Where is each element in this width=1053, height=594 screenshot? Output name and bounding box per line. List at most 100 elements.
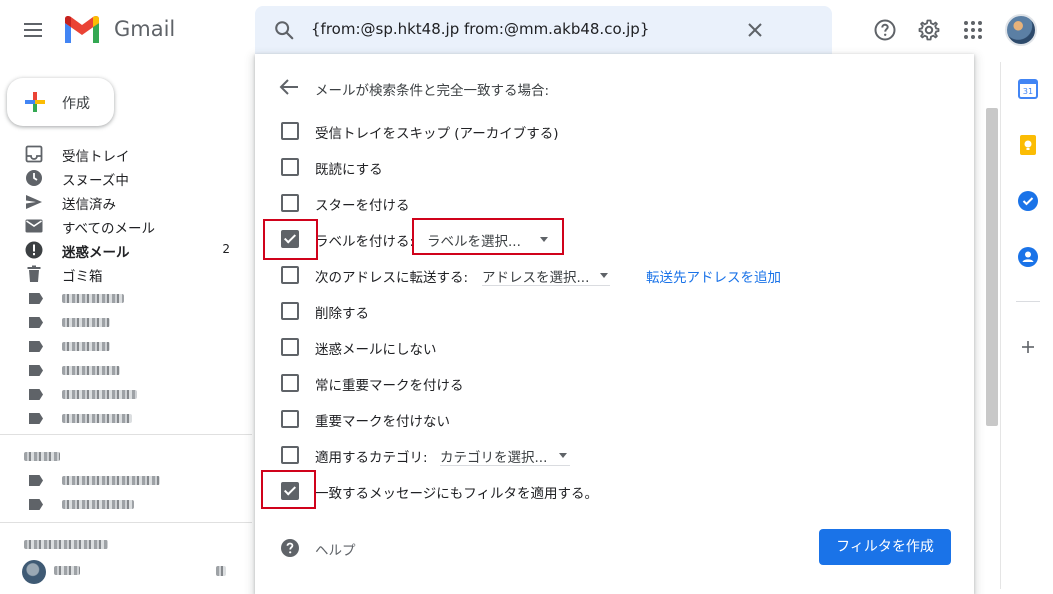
svg-text:31: 31 — [1023, 87, 1033, 96]
top-bar: Gmail {from:@sp.hkt48.jp from:@mm.akb48.… — [0, 0, 1053, 62]
never-spam-checkbox[interactable] — [281, 338, 299, 356]
option-label: 受信トレイをスキップ (アーカイブする) — [315, 126, 559, 142]
back-arrow-icon[interactable] — [278, 78, 300, 96]
side-panel-separator — [1016, 301, 1040, 302]
contacts-icon[interactable] — [1017, 246, 1039, 268]
search-input[interactable]: {from:@sp.hkt48.jp from:@mm.akb48.co.jp} — [311, 20, 649, 38]
search-bar[interactable]: {from:@sp.hkt48.jp from:@mm.akb48.co.jp} — [255, 6, 832, 54]
delete-checkbox[interactable] — [281, 302, 299, 320]
highlight-box-apply-checkbox — [261, 470, 316, 509]
option-label: 一致するメッセージにもフィルタを適用する。 — [315, 486, 598, 502]
main-menu-button[interactable] — [21, 18, 45, 42]
option-star[interactable]: スターを付ける — [255, 191, 955, 215]
mark-read-checkbox[interactable] — [281, 158, 299, 176]
sidebar-item-inbox[interactable]: 受信トレイ — [0, 142, 248, 166]
obscured-label[interactable] — [62, 342, 110, 351]
sidebar-item-all-mail[interactable]: すべてのメール — [0, 214, 248, 238]
mail-icon — [25, 219, 43, 233]
gear-icon[interactable] — [917, 18, 941, 42]
category-checkbox[interactable] — [281, 446, 299, 464]
skip-inbox-checkbox[interactable] — [281, 122, 299, 140]
option-label: 適用するカテゴリ: — [315, 450, 428, 466]
sidebar-item-label: すべてのメール — [62, 221, 156, 237]
sidebar-item-trash[interactable]: ゴミ箱 — [0, 262, 248, 286]
help-icon[interactable] — [873, 18, 897, 42]
apps-grid-icon[interactable] — [961, 18, 985, 42]
sidebar-item-spam[interactable]: 迷惑メール 2 — [0, 238, 248, 262]
highlight-box-label-checkbox — [263, 219, 318, 260]
menu-icon-bar — [24, 35, 42, 37]
sidebar-item-snoozed[interactable]: スヌーズ中 — [0, 166, 248, 190]
star-checkbox[interactable] — [281, 194, 299, 212]
help-link[interactable]: ヘルプ — [315, 539, 356, 559]
option-never-important[interactable]: 重要マークを付けない — [255, 407, 955, 431]
close-icon[interactable] — [745, 20, 765, 40]
obscured-label[interactable] — [62, 500, 134, 509]
sidebar-divider — [0, 434, 252, 435]
always-important-checkbox[interactable] — [281, 374, 299, 392]
sidebar-item-sent[interactable]: 送信済み — [0, 190, 248, 214]
sidebar-item-label: 受信トレイ — [62, 149, 130, 165]
filter-panel: メールが検索条件と完全一致する場合: 受信トレイをスキップ (アーカイブする) … — [255, 54, 974, 594]
sidebar-divider — [0, 522, 252, 523]
tasks-icon[interactable] — [1017, 190, 1039, 212]
option-label: 常に重要マークを付ける — [315, 378, 464, 394]
highlight-box-label-dropdown — [412, 218, 564, 255]
side-panel-divider — [1000, 62, 1001, 589]
obscured-label[interactable] — [62, 390, 137, 399]
option-category[interactable]: 適用するカテゴリ: カテゴリを選択... — [255, 443, 955, 467]
chat-avatar[interactable] — [22, 560, 46, 584]
option-label: 削除する — [315, 306, 369, 322]
option-label: 既読にする — [315, 162, 383, 178]
add-forwarding-address-link[interactable]: 転送先アドレスを追加 — [646, 266, 781, 286]
option-never-spam[interactable]: 迷惑メールにしない — [255, 335, 955, 359]
forward-checkbox[interactable] — [281, 266, 299, 284]
obscured-label[interactable] — [62, 366, 120, 375]
inbox-icon — [25, 145, 43, 163]
create-filter-button[interactable]: フィルタを作成 — [819, 529, 951, 565]
obscured-label[interactable] — [62, 294, 124, 303]
label-icon — [29, 413, 43, 424]
option-mark-read[interactable]: 既読にする — [255, 155, 955, 179]
option-apply-existing[interactable]: 一致するメッセージにもフィルタを適用する。 — [255, 479, 955, 503]
obscured-label[interactable] — [62, 318, 110, 327]
option-forward[interactable]: 次のアドレスに転送する: アドレスを選択... 転送先アドレスを追加 — [255, 263, 955, 287]
option-skip-inbox[interactable]: 受信トレイをスキップ (アーカイブする) — [255, 119, 955, 143]
dropdown-underline — [440, 465, 570, 466]
sidebar-item-label: スヌーズ中 — [62, 173, 129, 189]
calendar-icon[interactable]: 31 — [1017, 78, 1039, 100]
scrollbar[interactable] — [986, 108, 998, 426]
label-icon — [29, 317, 43, 328]
option-apply-label[interactable]: ラベルを付ける: ラベルを選択... — [255, 227, 955, 251]
gmail-logo-icon[interactable] — [62, 13, 102, 47]
category-select-dropdown[interactable]: カテゴリを選択... — [440, 446, 547, 466]
never-important-checkbox[interactable] — [281, 410, 299, 428]
address-select-dropdown[interactable]: アドレスを選択... — [482, 266, 589, 286]
obscured-add-icon[interactable] — [216, 566, 226, 576]
label-icon — [29, 499, 43, 510]
add-addon-icon[interactable] — [1017, 336, 1039, 358]
menu-icon — [24, 23, 42, 25]
obscured-contact-name[interactable] — [54, 566, 80, 575]
sidebar-item-label: 迷惑メール — [62, 245, 130, 261]
label-icon — [29, 293, 43, 304]
obscured-label[interactable] — [62, 414, 132, 423]
menu-icon-bar — [24, 29, 42, 31]
option-label: スターを付ける — [315, 198, 410, 214]
search-icon[interactable] — [273, 19, 295, 41]
label-icon — [29, 365, 43, 376]
option-delete[interactable]: 削除する — [255, 299, 955, 323]
unread-count: 2 — [222, 242, 230, 256]
help-circle-icon[interactable] — [280, 538, 300, 558]
obscured-label[interactable] — [62, 476, 160, 485]
account-avatar[interactable] — [1005, 14, 1037, 46]
plus-icon — [25, 92, 45, 112]
chevron-down-icon — [559, 453, 567, 458]
option-label: 重要マークを付けない — [315, 414, 450, 430]
compose-button[interactable]: 作成 — [7, 78, 114, 126]
option-always-important[interactable]: 常に重要マークを付ける — [255, 371, 955, 395]
filter-panel-title: メールが検索条件と完全一致する場合: — [315, 83, 550, 99]
keep-icon[interactable] — [1017, 134, 1039, 156]
chevron-down-icon — [600, 273, 608, 278]
spam-icon — [25, 241, 43, 259]
